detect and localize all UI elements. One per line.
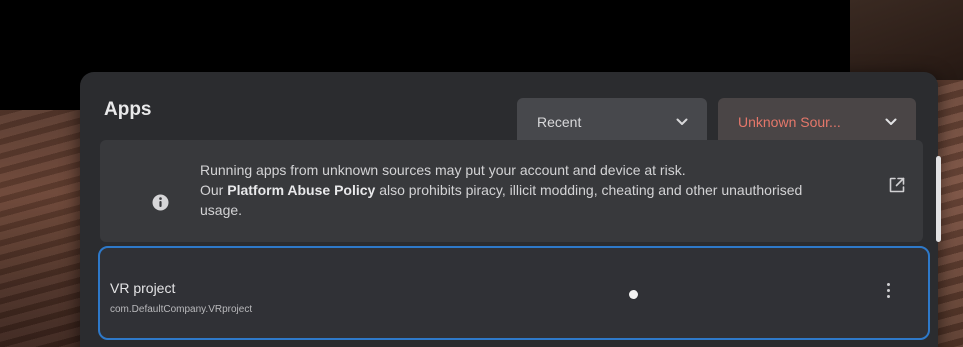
status-dot-icon: [629, 290, 638, 299]
app-name: VR project: [110, 280, 176, 296]
app-package-name: com.DefaultCompany.VRproject: [110, 304, 253, 315]
sort-dropdown[interactable]: Recent: [517, 98, 707, 146]
warning-message: Running apps from unknown sources may pu…: [200, 160, 840, 220]
warning-line-1: Running apps from unknown sources may pu…: [200, 162, 686, 178]
unknown-sources-warning-banner: Running apps from unknown sources may pu…: [100, 140, 923, 242]
source-filter-label: Unknown Sour...: [738, 114, 841, 130]
chevron-down-icon: [884, 115, 898, 129]
app-list-item[interactable]: VR project com.DefaultCompany.VRproject: [98, 246, 930, 340]
source-filter-dropdown[interactable]: Unknown Sour...: [718, 98, 916, 146]
info-icon: [152, 194, 169, 211]
sort-dropdown-label: Recent: [537, 114, 582, 130]
more-vertical-icon[interactable]: [882, 278, 894, 302]
chevron-down-icon: [675, 115, 689, 129]
warning-line-2: Our Platform Abuse Policy also prohibits…: [200, 182, 803, 218]
page-title: Apps: [104, 99, 152, 120]
external-link-icon[interactable]: [888, 176, 906, 194]
apps-panel: Apps Recent Unknown Sour... Running apps…: [80, 72, 941, 347]
platform-abuse-policy-link[interactable]: Platform Abuse Policy: [227, 182, 375, 198]
scrollbar-thumb[interactable]: [936, 156, 941, 242]
